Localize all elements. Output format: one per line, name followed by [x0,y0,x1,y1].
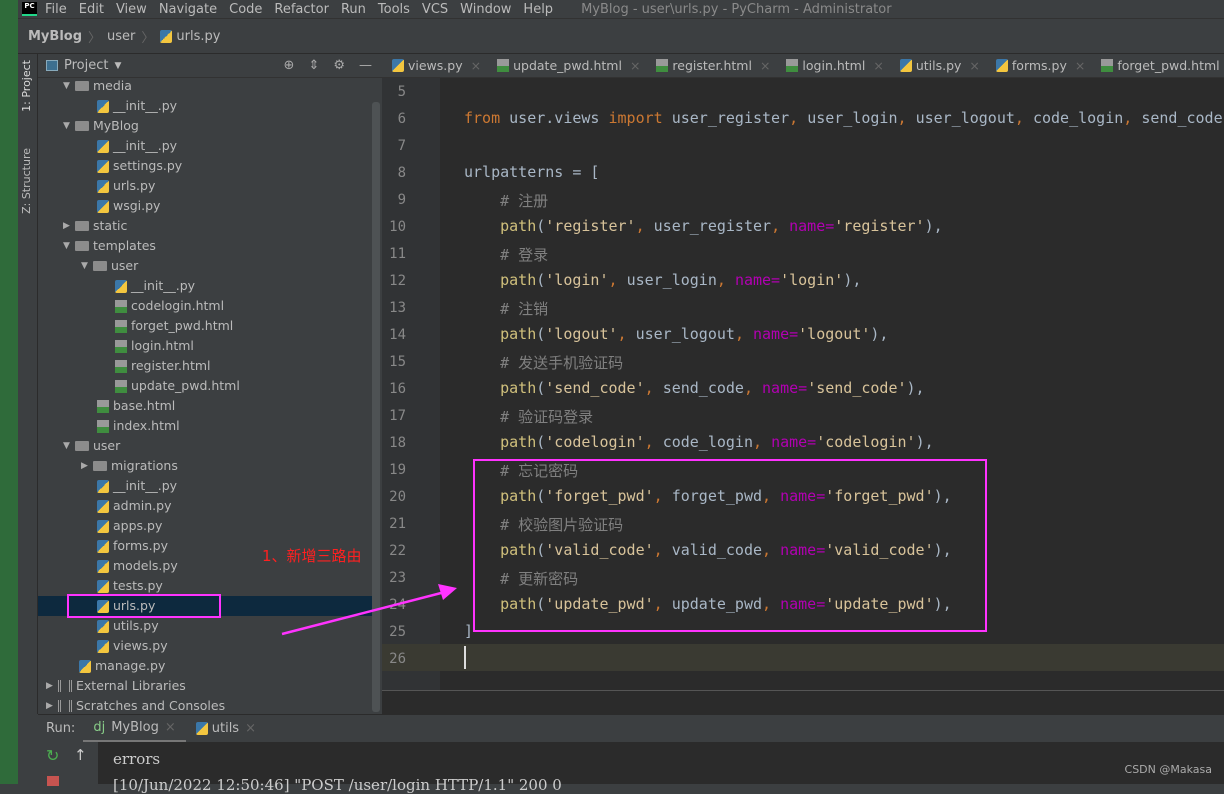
annotation-arrow [281,584,457,636]
watermark: CSDN @Makasa [1124,763,1212,776]
